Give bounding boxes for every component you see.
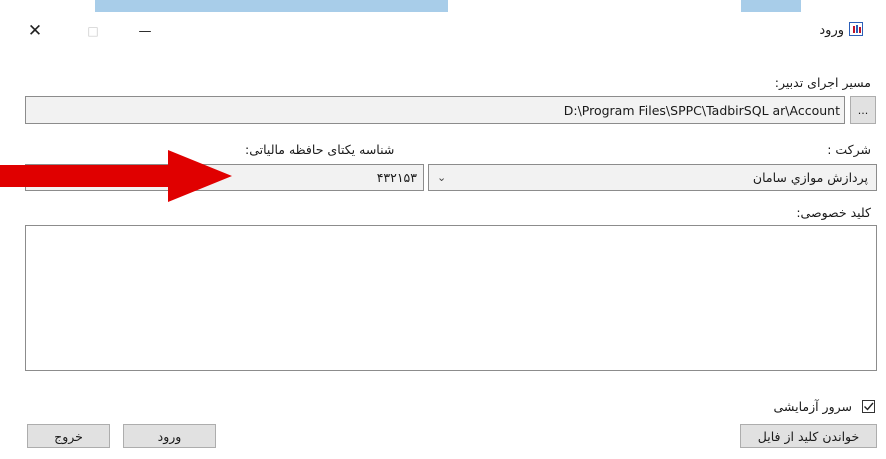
minimize-button[interactable]: — bbox=[132, 18, 158, 44]
maximize-icon: □ bbox=[87, 24, 99, 38]
background-window-strip bbox=[741, 0, 801, 12]
tax-id-label: شناسه یکتای حافظه مالیاتی: bbox=[245, 142, 395, 157]
tax-id-value: ۴۳۲۱۵۳ bbox=[376, 170, 417, 185]
read-key-from-file-button[interactable]: خواندن کلید از فایل bbox=[740, 424, 877, 448]
company-label: شرکت : bbox=[827, 142, 871, 157]
maximize-button: □ bbox=[80, 18, 106, 44]
company-select[interactable]: پردازش موازي سامان ⌄ bbox=[428, 164, 877, 191]
minimize-icon: — bbox=[138, 23, 152, 39]
close-icon: ✕ bbox=[27, 21, 43, 41]
browse-button[interactable]: ... bbox=[850, 96, 876, 124]
window-title: ورود bbox=[819, 23, 844, 38]
close-button[interactable]: ✕ bbox=[22, 18, 48, 44]
path-value: D:\Program Files\SPPC\TadbirSQL ar\Accou… bbox=[563, 102, 840, 118]
browse-label: ... bbox=[857, 103, 869, 117]
private-key-label: کلید خصوصی: bbox=[796, 205, 871, 220]
exit-button[interactable]: خروج bbox=[27, 424, 110, 448]
app-icon bbox=[849, 22, 863, 36]
red-arrow-annotation bbox=[0, 150, 232, 202]
login-button[interactable]: ورود bbox=[123, 424, 216, 448]
company-value: پردازش موازي سامان bbox=[752, 170, 868, 185]
chevron-down-icon: ⌄ bbox=[437, 171, 447, 184]
test-server-checkbox[interactable] bbox=[862, 400, 875, 413]
check-icon bbox=[864, 402, 874, 411]
path-label: مسیر اجرای تدبیر: bbox=[774, 75, 871, 90]
path-field[interactable]: D:\Program Files\SPPC\TadbirSQL ar\Accou… bbox=[25, 96, 845, 124]
background-window-strip bbox=[95, 0, 448, 12]
private-key-textarea[interactable] bbox=[25, 225, 877, 371]
test-server-label: سرور آزمایشی bbox=[773, 399, 852, 414]
